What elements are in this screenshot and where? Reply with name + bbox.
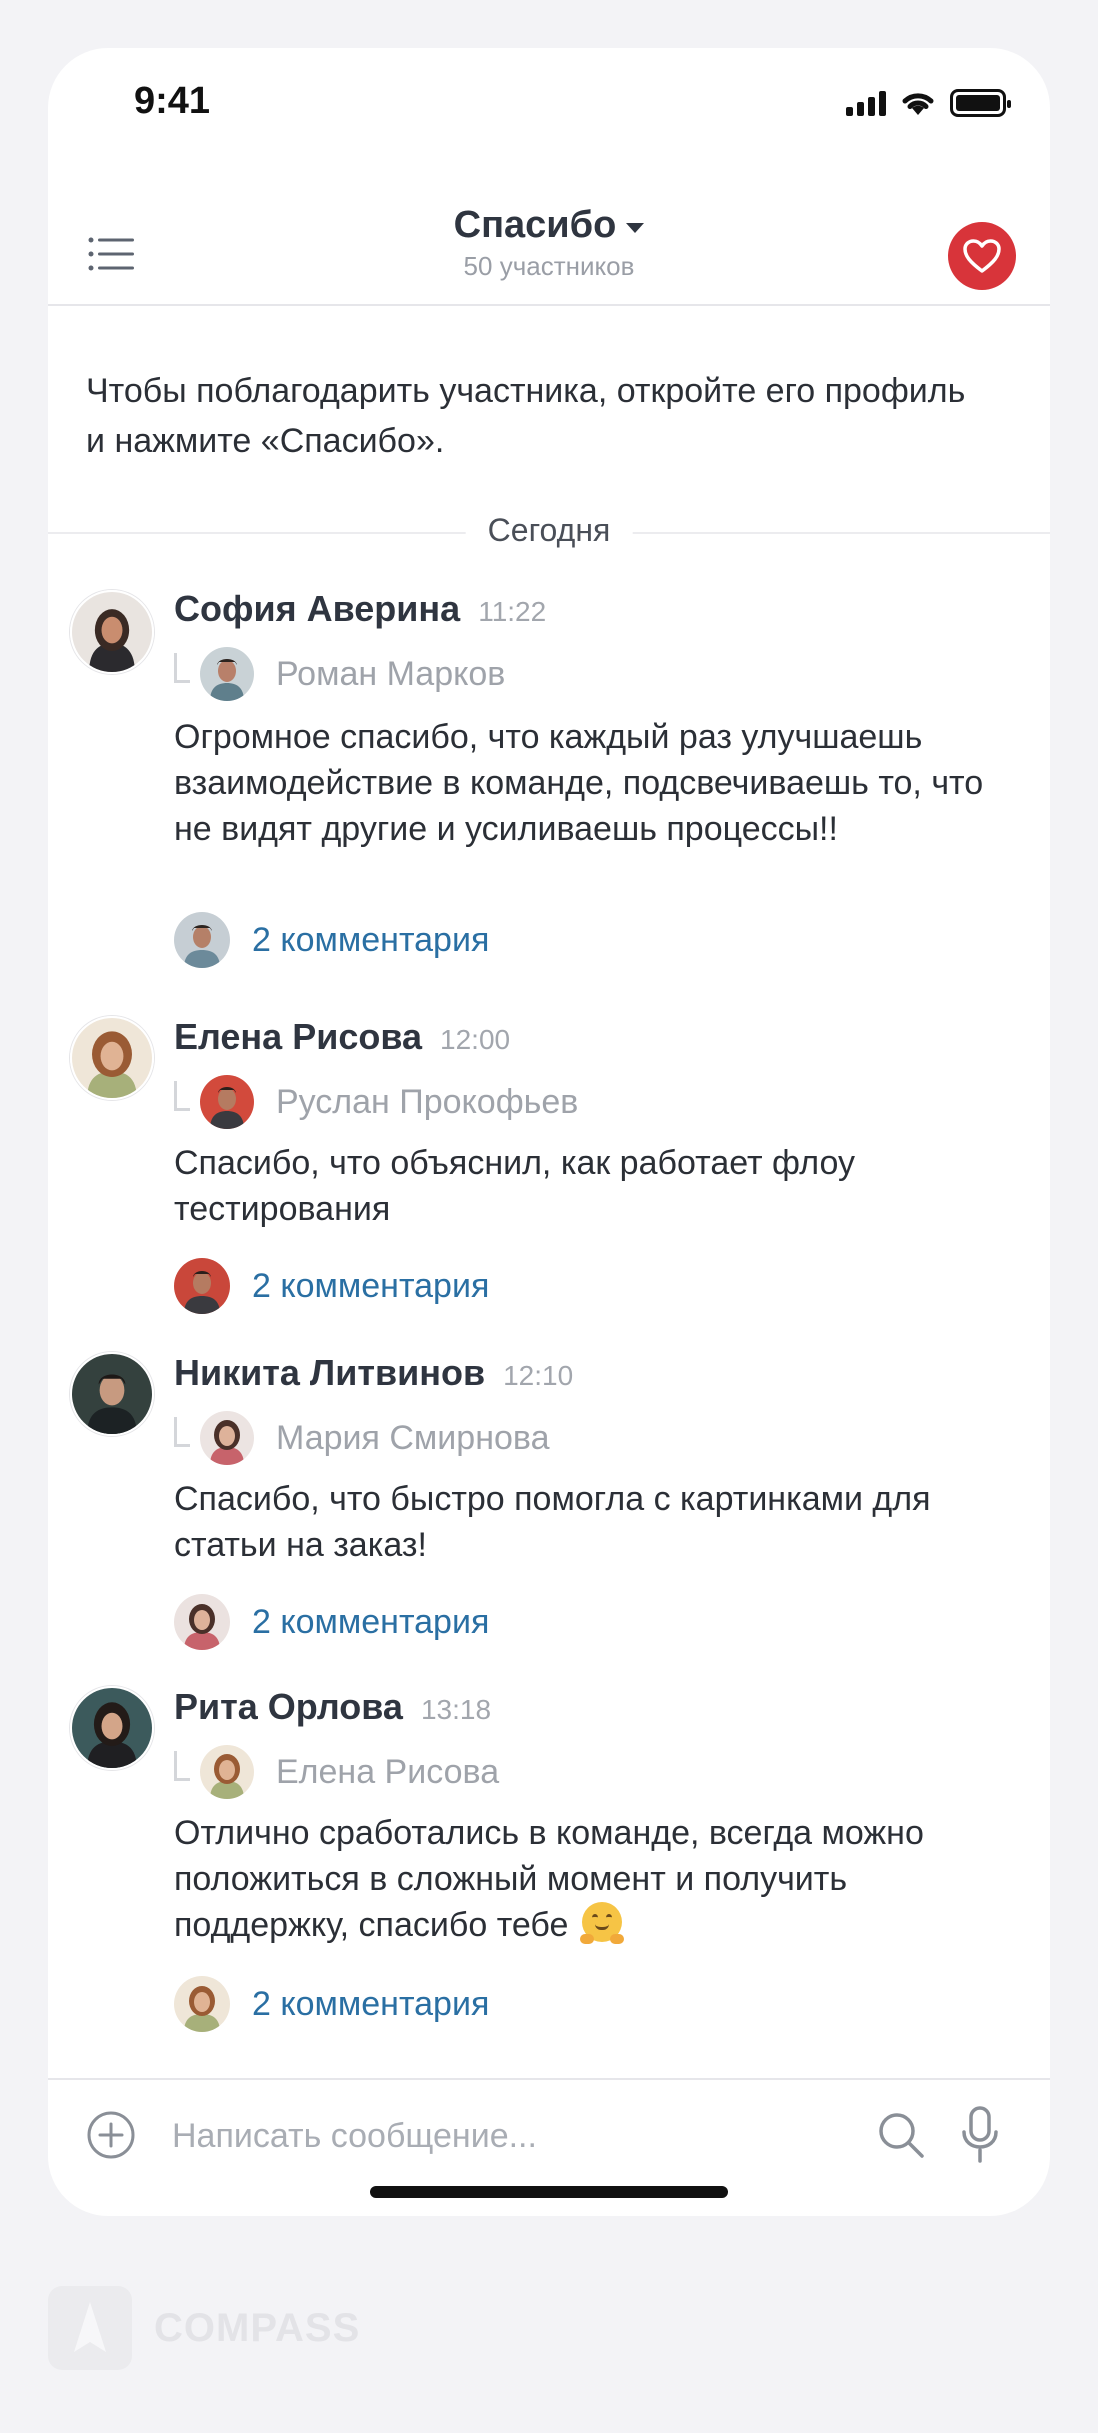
reply-corner-icon — [174, 653, 190, 683]
recipient-name[interactable]: Мария Смирнова — [276, 1419, 549, 1458]
intro-text: Чтобы поблагодарить участника, откройте … — [86, 372, 966, 460]
recipient-avatar[interactable] — [200, 647, 254, 701]
author-name[interactable]: Елена Рисова 12:00 — [174, 1016, 510, 1058]
recipient-row: Роман Марков — [174, 644, 505, 704]
reply-corner-icon — [174, 1081, 190, 1111]
commenter-avatar — [174, 1976, 230, 2032]
thanks-button[interactable] — [948, 222, 1016, 290]
author-name-text: Рита Орлова — [174, 1686, 403, 1727]
author-name[interactable]: Никита Литвинов 12:10 — [174, 1352, 573, 1394]
recipient-name[interactable]: Роман Марков — [276, 655, 505, 694]
comments-link[interactable]: 2 комментария — [174, 1976, 489, 2032]
reply-corner-icon — [174, 1751, 190, 1781]
thanks-post: Никита Литвинов 12:10 Мария Смирнова Спас… — [48, 1304, 1050, 1650]
post-time: 12:00 — [440, 1024, 511, 1055]
recipient-row: Мария Смирнова — [174, 1408, 549, 1468]
home-indicator[interactable] — [370, 2186, 728, 2198]
chat-title-dropdown[interactable]: Спасибо — [454, 204, 645, 247]
author-name-text: Никита Литвинов — [174, 1352, 486, 1393]
reply-corner-icon — [174, 1417, 190, 1447]
phone-screen: 9:41 Спасибо 50 участников Чтобы поблаго… — [48, 48, 1050, 2216]
recipient-name[interactable]: Елена Рисова — [276, 1753, 499, 1792]
post-message-text: Отлично сработались в команде, всегда мо… — [174, 1814, 924, 1944]
thanks-post: Рита Орлова 13:18 Елена Рисова Отлично ср… — [48, 1638, 1050, 2058]
post-message: Огромное спасибо, что каждый раз улучшае… — [174, 718, 984, 848]
author-avatar[interactable] — [70, 590, 154, 674]
wifi-icon — [902, 93, 934, 115]
compass-logo — [48, 2286, 132, 2370]
post-message: Спасибо, что объяснил, как работает флоу… — [174, 1144, 855, 1228]
author-avatar[interactable] — [70, 1016, 154, 1100]
status-icons — [846, 88, 1011, 118]
post-time: 13:18 — [420, 1694, 492, 1725]
battery-icon — [950, 89, 1011, 117]
hugging-face-icon — [579, 1902, 624, 1944]
thanks-post: София Аверина 11:22 Роман Марков Огромное… — [48, 544, 1050, 968]
search-icon[interactable] — [876, 2110, 926, 2160]
message-composer — [48, 2078, 1050, 2188]
author-name[interactable]: София Аверина 11:22 — [174, 588, 546, 630]
post-message: Спасибо, что быстро помогла с картинками… — [174, 1480, 931, 1564]
chat-title-block: Спасибо 50 участников — [48, 204, 1050, 282]
brand-name: COMPASS — [154, 2306, 361, 2350]
recipient-row: Елена Рисова — [174, 1742, 499, 1802]
chevron-down-icon — [626, 222, 645, 233]
recipient-avatar[interactable] — [200, 1075, 254, 1129]
message-input[interactable] — [172, 2106, 832, 2166]
thanks-post: Елена Рисова 12:00 Руслан Прокофьев Спаси… — [48, 968, 1050, 1314]
microphone-icon[interactable] — [960, 2106, 1000, 2164]
author-avatar[interactable] — [70, 1686, 154, 1770]
commenter-avatar — [174, 912, 230, 968]
author-name-text: Елена Рисова — [174, 1016, 423, 1057]
chat-header: Спасибо 50 участников — [48, 188, 1050, 306]
status-time: 9:41 — [134, 80, 211, 122]
comments-link[interactable]: 2 комментария — [174, 912, 489, 968]
author-name[interactable]: Рита Орлова 13:18 — [174, 1686, 491, 1728]
author-name-text: София Аверина — [174, 588, 461, 629]
member-count: 50 участников — [463, 251, 635, 281]
comments-count: 2 комментария — [252, 920, 490, 959]
plus-icon[interactable] — [86, 2110, 136, 2160]
post-time: 12:10 — [503, 1360, 574, 1391]
comments-count: 2 комментария — [252, 1266, 490, 1305]
recipient-avatar[interactable] — [200, 1745, 254, 1799]
heart-icon — [963, 239, 1001, 273]
author-avatar[interactable] — [70, 1352, 154, 1436]
recipient-row: Руслан Прокофьев — [174, 1072, 578, 1132]
recipient-name[interactable]: Руслан Прокофьев — [276, 1083, 578, 1122]
comments-count: 2 комментария — [252, 1602, 490, 1641]
recipient-avatar[interactable] — [200, 1411, 254, 1465]
post-time: 11:22 — [478, 596, 547, 627]
signal-icon — [846, 90, 886, 116]
comments-count: 2 комментария — [252, 1984, 490, 2023]
post-message: Отлично сработались в команде, всегда мо… — [174, 1810, 994, 1948]
chat-title: Спасибо — [453, 204, 617, 246]
